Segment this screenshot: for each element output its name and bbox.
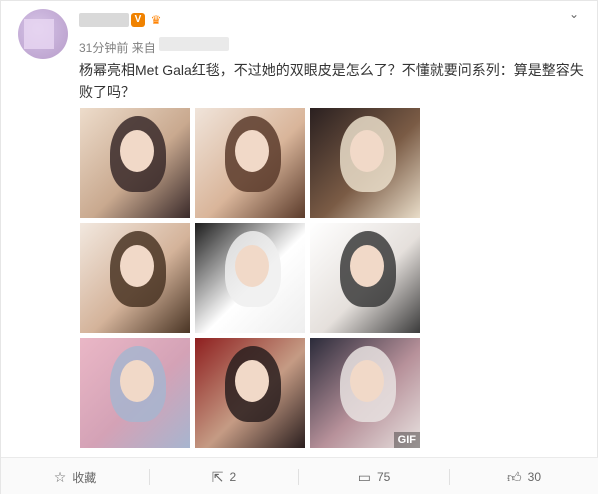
post-source-label: 来自 <box>131 41 156 55</box>
photo-thumbnail[interactable]: GIF <box>310 338 420 448</box>
post-time[interactable]: 31分钟前 <box>79 41 128 55</box>
photo-thumbnail[interactable] <box>80 108 190 218</box>
comment-icon: ▭ <box>357 468 371 485</box>
post-source-redacted[interactable] <box>159 37 229 51</box>
photo-thumbnail[interactable] <box>195 223 305 333</box>
share-count: 2 <box>229 470 237 484</box>
share-button[interactable]: ⇱ 2 <box>150 458 298 494</box>
like-count: 30 <box>527 470 541 484</box>
avatar[interactable] <box>18 9 68 59</box>
thumbs-up-icon: 👍︎ <box>507 468 522 485</box>
username-redacted[interactable] <box>79 13 129 27</box>
photo-thumbnail[interactable] <box>80 338 190 448</box>
photo-grid: GIF <box>80 108 421 448</box>
weibo-post-card: V ♛ ⌄ 31分钟前 来自 杨幂亮相Met Gala红毯，不过她的双眼皮是怎么… <box>0 0 598 494</box>
comment-button[interactable]: ▭ 75 <box>299 458 449 494</box>
post-text: 杨幂亮相Met Gala红毯，不过她的双眼皮是怎么了？不懂就要问系列：算是整容失… <box>79 62 584 100</box>
chevron-down-icon[interactable]: ⌄ <box>566 7 582 21</box>
post-meta: 31分钟前 来自 <box>79 39 156 56</box>
photo-thumbnail[interactable] <box>195 338 305 448</box>
verified-badge-icon: V <box>131 13 145 27</box>
action-bar: ☆ 收藏 ⇱ 2 ▭ 75 👍︎ 30 <box>1 457 598 494</box>
like-button[interactable]: 👍︎ 30 <box>450 458 598 494</box>
favorite-button[interactable]: ☆ 收藏 <box>1 458 149 494</box>
photo-thumbnail[interactable] <box>80 223 190 333</box>
share-icon: ⇱ <box>211 468 224 485</box>
crown-badge-icon: ♛ <box>150 13 162 27</box>
favorite-label: 收藏 <box>72 470 97 485</box>
star-icon: ☆ <box>53 468 67 485</box>
photo-thumbnail[interactable] <box>195 108 305 218</box>
photo-thumbnail[interactable] <box>310 223 420 333</box>
photo-thumbnail[interactable] <box>310 108 420 218</box>
gif-badge: GIF <box>393 432 420 448</box>
comment-count: 75 <box>376 470 391 484</box>
